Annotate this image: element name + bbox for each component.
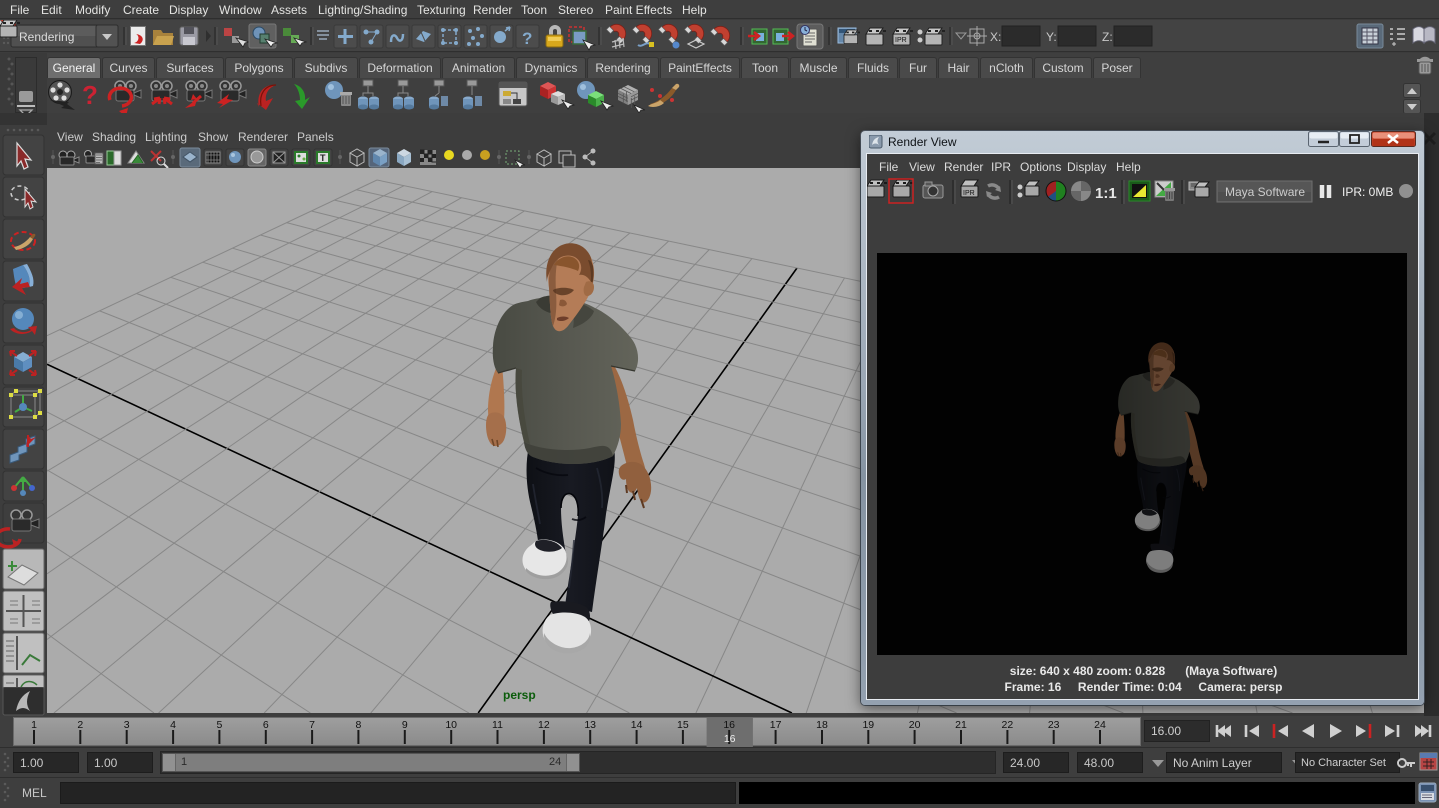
svg-text:5: 5 — [216, 719, 222, 731]
svg-text:18: 18 — [816, 719, 828, 731]
svg-text:12: 12 — [538, 719, 550, 731]
svg-text:23: 23 — [1048, 719, 1060, 731]
svg-text:X:: X: — [990, 30, 1001, 44]
svg-text:1:1: 1:1 — [1095, 185, 1117, 202]
svg-text:22: 22 — [1002, 719, 1014, 731]
svg-text:2: 2 — [77, 719, 83, 731]
svg-text:16: 16 — [723, 719, 735, 731]
svg-text:IPR: IPR — [895, 37, 907, 44]
svg-text:14: 14 — [631, 719, 643, 731]
svg-text:16: 16 — [724, 733, 736, 745]
svg-text:?: ? — [82, 80, 98, 110]
svg-text:13: 13 — [584, 719, 596, 731]
svg-text:21: 21 — [955, 719, 967, 731]
svg-text:Rendering: Rendering — [19, 30, 74, 44]
svg-text:11: 11 — [492, 719, 503, 731]
svg-text:1: 1 — [31, 719, 37, 731]
svg-text:4: 4 — [170, 719, 176, 731]
svg-text:3: 3 — [124, 719, 130, 731]
svg-text:IPR: IPR — [963, 190, 975, 197]
svg-text:17: 17 — [770, 719, 782, 731]
svg-text:T: T — [320, 153, 326, 163]
svg-text:Maya Software: Maya Software — [1225, 185, 1305, 199]
svg-text:9: 9 — [402, 719, 408, 731]
svg-text:Z:: Z: — [1102, 30, 1113, 44]
svg-text:Y:: Y: — [1046, 30, 1057, 44]
svg-text:24: 24 — [1094, 719, 1106, 731]
svg-text:7: 7 — [309, 719, 315, 731]
svg-text:8: 8 — [355, 719, 361, 731]
svg-text:6: 6 — [263, 719, 269, 731]
svg-text:10: 10 — [445, 719, 457, 731]
svg-text:?: ? — [522, 29, 532, 48]
svg-text:15: 15 — [677, 719, 689, 731]
svg-text:IPR: 0MB: IPR: 0MB — [1342, 185, 1393, 199]
svg-text:19: 19 — [862, 719, 874, 731]
svg-text:20: 20 — [909, 719, 921, 731]
